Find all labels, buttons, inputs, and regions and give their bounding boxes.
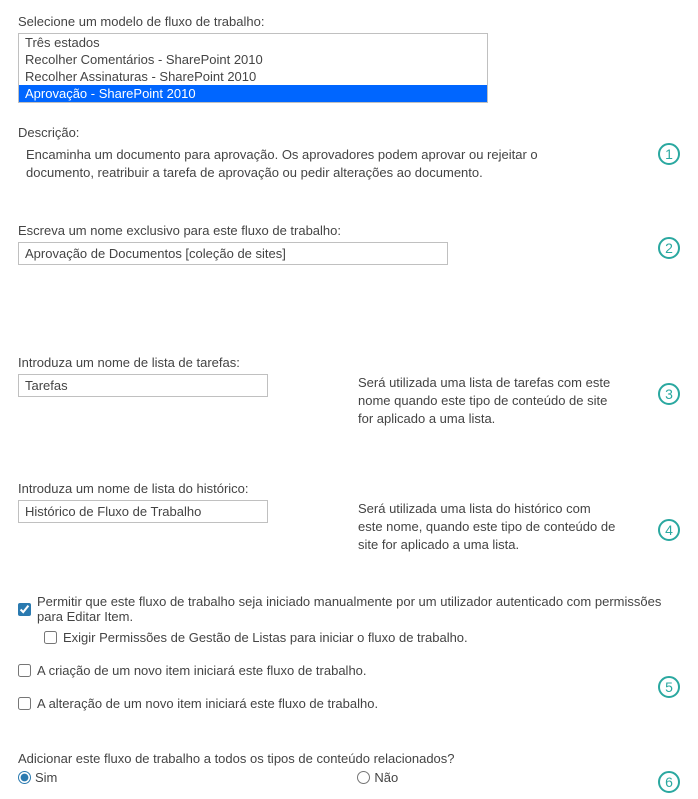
on-change-label: A alteração de um novo item iniciará est… xyxy=(37,696,378,711)
callout-6: 6 xyxy=(658,771,680,793)
on-create-label: A criação de um novo item iniciará este … xyxy=(37,663,367,678)
add-yes-label: Sim xyxy=(35,770,57,785)
template-select-label: Selecione um modelo de fluxo de trabalho… xyxy=(18,14,680,29)
template-option[interactable]: Recolher Assinaturas - SharePoint 2010 xyxy=(19,68,487,85)
template-option[interactable]: Recolher Comentários - SharePoint 2010 xyxy=(19,51,487,68)
template-select-section: Selecione um modelo de fluxo de trabalho… xyxy=(18,14,680,103)
start-options-section: Permitir que este fluxo de trabalho seja… xyxy=(18,594,680,711)
task-list-input[interactable] xyxy=(18,374,268,397)
name-section: Escreva um nome exclusivo para este flux… xyxy=(18,223,680,265)
add-to-all-section: Adicionar este fluxo de trabalho a todos… xyxy=(18,751,680,785)
callout-1: 1 xyxy=(658,143,680,165)
manual-start-label: Permitir que este fluxo de trabalho seja… xyxy=(37,594,680,624)
require-manage-label: Exigir Permissões de Gestão de Listas pa… xyxy=(63,630,468,645)
callout-5: 5 xyxy=(658,676,680,698)
manual-start-row: Permitir que este fluxo de trabalho seja… xyxy=(18,594,680,624)
task-list-helper: Será utilizada uma lista de tarefas com … xyxy=(358,374,618,429)
task-list-label: Introduza um nome de lista de tarefas: xyxy=(18,355,680,370)
on-change-checkbox[interactable] xyxy=(18,697,31,710)
template-option[interactable]: Aprovação - SharePoint 2010 xyxy=(19,85,487,102)
history-list-helper: Será utilizada uma lista do histórico co… xyxy=(358,500,618,555)
history-list-section: Introduza um nome de lista do histórico:… xyxy=(18,481,680,555)
history-list-label: Introduza um nome de lista do histórico: xyxy=(18,481,680,496)
description-label: Descrição: xyxy=(18,125,680,140)
callout-3: 3 xyxy=(658,383,680,405)
add-no-row: Não xyxy=(357,770,398,785)
add-yes-row: Sim xyxy=(18,770,57,785)
description-text: Encaminha um documento para aprovação. O… xyxy=(18,144,558,181)
require-manage-row: Exigir Permissões de Gestão de Listas pa… xyxy=(44,630,680,645)
template-listbox[interactable]: Três estadosRecolher Comentários - Share… xyxy=(18,33,488,103)
history-list-input[interactable] xyxy=(18,500,268,523)
add-no-label: Não xyxy=(374,770,398,785)
workflow-name-input[interactable] xyxy=(18,242,448,265)
on-create-checkbox[interactable] xyxy=(18,664,31,677)
template-option[interactable]: Três estados xyxy=(19,34,487,51)
callout-4: 4 xyxy=(658,519,680,541)
add-yes-radio[interactable] xyxy=(18,771,31,784)
require-manage-checkbox[interactable] xyxy=(44,631,57,644)
on-change-row: A alteração de um novo item iniciará est… xyxy=(18,696,680,711)
add-to-all-label: Adicionar este fluxo de trabalho a todos… xyxy=(18,751,680,766)
task-list-section: Introduza um nome de lista de tarefas: S… xyxy=(18,355,680,429)
on-create-row: A criação de um novo item iniciará este … xyxy=(18,663,680,678)
manual-start-checkbox[interactable] xyxy=(18,603,31,616)
callout-2: 2 xyxy=(658,237,680,259)
add-no-radio[interactable] xyxy=(357,771,370,784)
description-section: Descrição: Encaminha um documento para a… xyxy=(18,125,680,181)
name-label: Escreva um nome exclusivo para este flux… xyxy=(18,223,680,238)
